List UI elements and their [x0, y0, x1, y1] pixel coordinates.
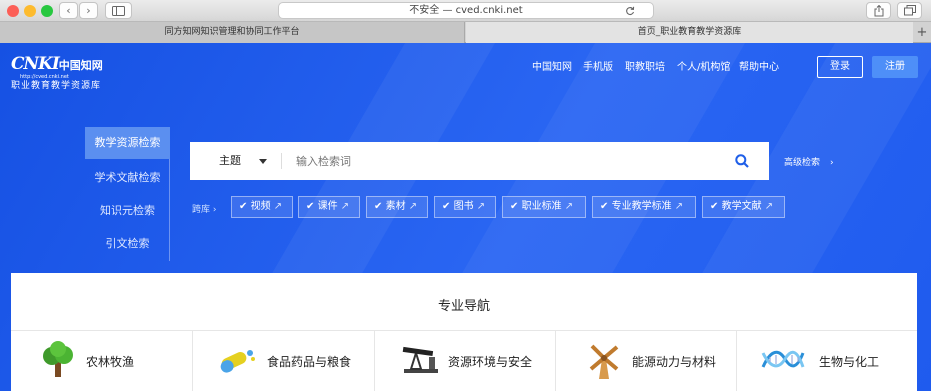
search-icon[interactable]	[735, 154, 749, 168]
nav-link-cnki[interactable]: 中国知网	[532, 56, 572, 80]
category-label: 农林牧渔	[86, 355, 135, 369]
logo-subtitle: 职业教育教学资源库	[11, 81, 102, 91]
advanced-search-label: 高级检索	[784, 158, 821, 168]
sidebar-toggle-button[interactable]	[105, 2, 132, 19]
side-tab-academic-literature[interactable]: 学术文献检索	[85, 162, 170, 194]
browser-tab-bar: 同方知网知识管理和协同工作平台 首页_职业教育教学资源库 +	[0, 22, 931, 43]
category-biology-chemistry[interactable]: 生物与化工	[737, 330, 917, 391]
windmill-icon	[589, 344, 619, 379]
logo-url: http://cved.cnki.net	[20, 74, 69, 80]
minimize-window-button[interactable]	[24, 5, 36, 17]
browser-tab-active[interactable]: 首页_职业教育教学资源库	[466, 22, 913, 43]
search-field-select[interactable]: 主题	[219, 142, 267, 180]
chip-vocational-standards[interactable]: ✔ 职业标准 ↗	[502, 196, 586, 218]
cnki-logo[interactable]: CNKI中国知网 http://cved.cnki.net 职业教育教学资源库	[11, 54, 121, 92]
chip-material[interactable]: ✔ 素材 ↗	[366, 196, 428, 218]
back-button[interactable]: ‹	[59, 2, 78, 19]
external-link-icon: ↗	[674, 201, 684, 212]
external-link-icon: ↗	[564, 201, 574, 212]
reload-icon[interactable]	[625, 6, 635, 16]
nav-link-vocational-training[interactable]: 职教职培	[625, 56, 665, 80]
category-agriculture[interactable]: 农林牧渔	[11, 330, 193, 391]
logo-mark: CNKI中国知网	[11, 54, 103, 74]
search-field-value: 主题	[219, 154, 241, 167]
major-navigation-title: 专业导航	[437, 299, 490, 314]
address-bar[interactable]: 不安全 — cved.cnki.net	[278, 2, 654, 19]
category-energy-materials[interactable]: 能源动力与材料	[556, 330, 737, 391]
external-link-icon: ↗	[408, 201, 418, 212]
chip-teaching-standards[interactable]: ✔ 专业教学标准 ↗	[592, 196, 696, 218]
check-icon: ✔	[442, 201, 451, 212]
search-input[interactable]	[296, 151, 706, 171]
nav-link-personal-library[interactable]: 个人/机构馆	[677, 56, 730, 80]
search-box: 主题	[190, 142, 769, 180]
plus-icon: +	[916, 25, 928, 40]
forward-icon: ›	[86, 4, 91, 17]
nav-link-mobile[interactable]: 手机版	[583, 56, 613, 80]
tabs-icon	[903, 5, 916, 16]
side-tab-knowledge-element[interactable]: 知识元检索	[85, 195, 170, 227]
check-icon: ✔	[600, 201, 609, 212]
chip-video[interactable]: ✔ 视频 ↗	[231, 196, 293, 218]
check-icon: ✔	[306, 201, 315, 212]
category-food-medicine[interactable]: 食品药品与粮食	[193, 330, 375, 391]
chip-teaching-literature[interactable]: ✔ 教学文献 ↗	[702, 196, 785, 218]
category-resources-environment[interactable]: 资源环境与安全	[375, 330, 556, 391]
oil-pump-icon	[402, 346, 438, 373]
check-icon: ✔	[374, 201, 383, 212]
category-label: 能源动力与材料	[632, 355, 717, 369]
pills-icon	[220, 350, 255, 373]
dna-icon	[761, 350, 805, 368]
category-label: 生物与化工	[819, 355, 880, 369]
category-label: 资源环境与安全	[448, 355, 533, 369]
external-link-icon: ↗	[476, 201, 486, 212]
sidebar-icon	[112, 6, 125, 16]
chevron-right-icon: ›	[830, 158, 834, 168]
check-icon: ✔	[710, 201, 719, 212]
search-divider	[281, 153, 282, 169]
tree-icon	[43, 341, 73, 377]
external-link-icon: ↗	[764, 201, 774, 212]
browser-tab[interactable]: 同方知网知识管理和协同工作平台	[0, 22, 465, 43]
url-text: 不安全 — cved.cnki.net	[409, 5, 523, 16]
browser-tab-label: 同方知网知识管理和协同工作平台	[164, 27, 300, 37]
register-button[interactable]: 注册	[872, 56, 918, 78]
share-icon	[874, 4, 883, 17]
browser-titlebar: ‹ › 不安全 — cved.cnki.net	[0, 0, 931, 22]
chip-books[interactable]: ✔ 图书 ↗	[434, 196, 496, 218]
close-window-button[interactable]	[7, 5, 19, 17]
check-icon: ✔	[239, 201, 248, 212]
login-button[interactable]: 登录	[817, 56, 863, 78]
tab-overview-button[interactable]	[897, 2, 922, 19]
external-link-icon: ↗	[340, 201, 350, 212]
advanced-search-link[interactable]: 高级检索 ›	[784, 155, 834, 168]
browser-tab-label: 首页_职业教育教学资源库	[637, 27, 742, 37]
external-link-icon: ↗	[273, 201, 283, 212]
caret-down-icon	[258, 158, 267, 164]
cross-db-label: 跨库 ›	[192, 205, 217, 215]
category-label: 食品药品与粮食	[267, 355, 352, 369]
side-tab-citation[interactable]: 引文检索	[85, 228, 170, 260]
hero-banner: CNKI中国知网 http://cved.cnki.net 职业教育教学资源库 …	[0, 43, 931, 391]
forward-button[interactable]: ›	[79, 2, 98, 19]
share-button[interactable]	[866, 2, 891, 19]
major-navigation-panel: 专业导航 农林牧渔 食品药品与粮食 资源环境与安全 能源动力与材料 生物与化工	[11, 273, 917, 391]
side-tab-teaching-resources[interactable]: 教学资源检索	[85, 127, 170, 159]
check-icon: ✔	[510, 201, 519, 212]
chip-courseware[interactable]: ✔ 课件 ↗	[298, 196, 360, 218]
nav-link-help[interactable]: 帮助中心	[739, 56, 779, 80]
maximize-window-button[interactable]	[41, 5, 53, 17]
back-icon: ‹	[66, 4, 71, 17]
new-tab-button[interactable]: +	[913, 22, 931, 43]
